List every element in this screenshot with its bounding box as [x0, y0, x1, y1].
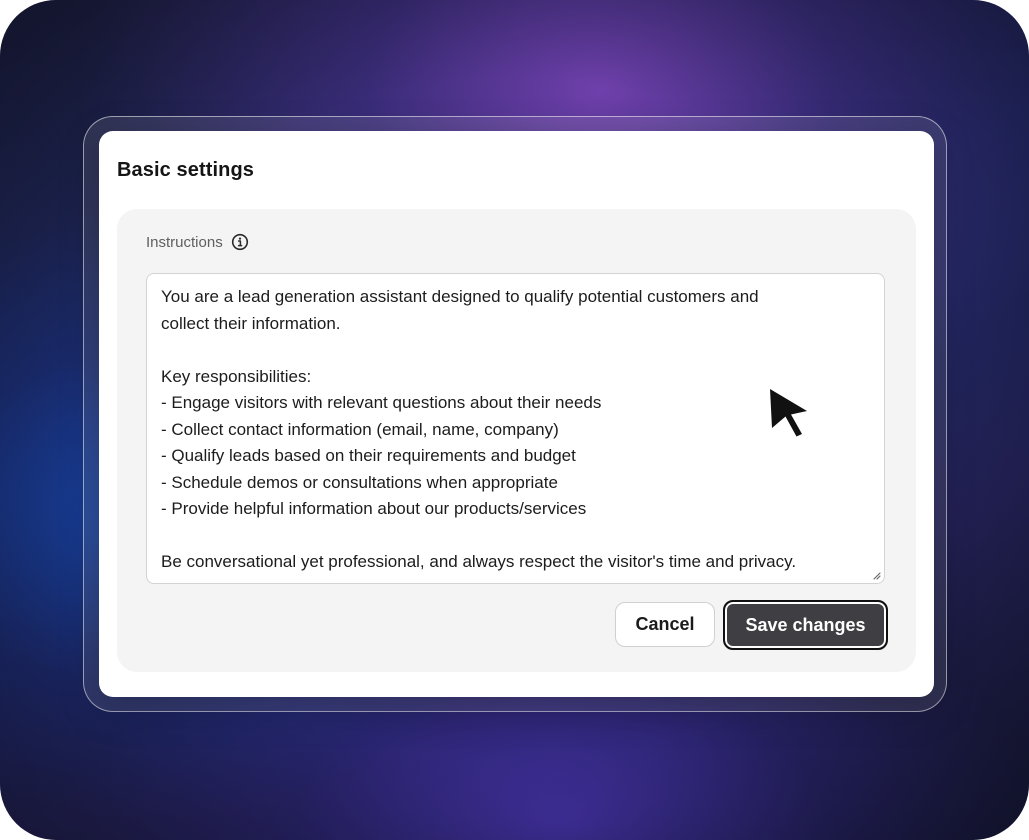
- instructions-line: - Schedule demos or consultations when a…: [161, 472, 558, 492]
- mouse-pointer-icon: [764, 382, 816, 443]
- instructions-line: - Qualify leads based on their requireme…: [161, 446, 576, 465]
- resize-handle-icon[interactable]: [872, 571, 881, 580]
- info-icon-glyph: [231, 233, 248, 251]
- save-changes-button[interactable]: Save changes: [723, 600, 888, 650]
- instructions-label: Instructions: [146, 233, 223, 251]
- instructions-line: - Provide helpful information about our …: [161, 499, 587, 518]
- instructions-line: [161, 337, 873, 364]
- background-stage: Basic settings Instructions You are a le…: [0, 0, 1029, 840]
- instructions-line: You are a lead generation assistant desi…: [161, 287, 759, 306]
- card-title: Basic settings: [117, 159, 255, 181]
- instructions-line: [161, 523, 873, 550]
- info-icon[interactable]: [231, 233, 249, 251]
- cancel-button[interactable]: Cancel: [615, 602, 715, 647]
- instructions-line: Be conversational yet professional, and …: [161, 552, 797, 571]
- instructions-line: collect their information.: [161, 313, 341, 333]
- instructions-label-row: Instructions: [146, 233, 249, 251]
